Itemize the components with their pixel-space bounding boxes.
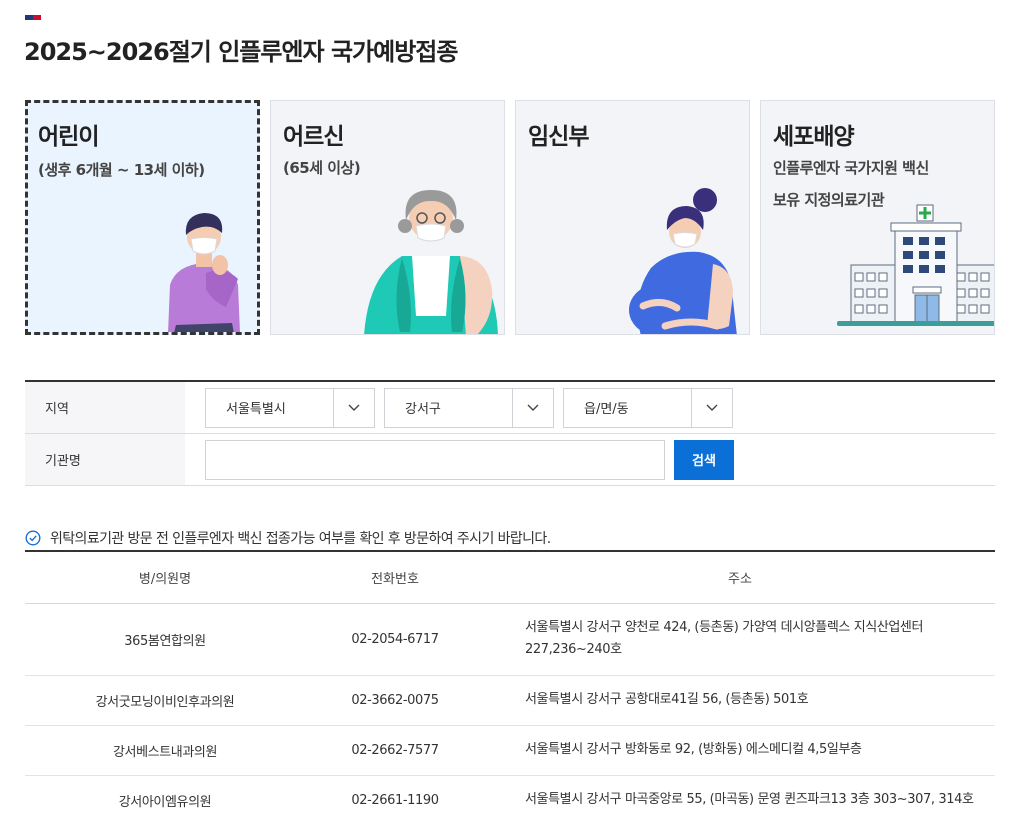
clinic-name: 강서아이엠유의원 bbox=[25, 775, 305, 825]
clinic-phone: 02-2662-7577 bbox=[305, 725, 485, 776]
clinic-phone: 02-2054-6717 bbox=[305, 603, 485, 676]
card-subtitle: (생후 6개월 ~ 13세 이하) bbox=[38, 161, 205, 179]
clinic-address: 서울특별시 강서구 공항대로41길 56, (등촌동) 501호 bbox=[485, 675, 995, 726]
card-subtitle: 인플루엔자 국가지원 백신 bbox=[773, 159, 929, 177]
region-row: 지역 서울특별시 강서구 읍/면/동 bbox=[25, 382, 995, 434]
card-title: 임신부 bbox=[528, 124, 589, 150]
child-illustration-icon bbox=[168, 213, 240, 332]
page-title: 2025~2026절기 인플루엔자 국가예방접종 bbox=[24, 38, 458, 66]
search-button[interactable]: 검색 bbox=[674, 439, 734, 480]
check-circle-icon bbox=[25, 530, 41, 546]
clinic-phone: 02-2661-1190 bbox=[305, 775, 485, 825]
flag-mark bbox=[25, 15, 41, 20]
card-cell-culture[interactable]: 세포배양 인플루엔자 국가지원 백신 보유 지정의료기관 bbox=[760, 100, 995, 335]
card-title: 어르신 bbox=[283, 124, 344, 150]
institution-label: 기관명 bbox=[25, 434, 185, 485]
chevron-down-icon bbox=[334, 389, 374, 427]
table-row: 365봄연합의원 02-2054-6717 서울특별시 강서구 양천로 424,… bbox=[25, 603, 995, 676]
clinic-address: 서울특별시 강서구 방화동로 92, (방화동) 에스메디컬 4,5일부층 bbox=[485, 725, 995, 776]
header-name: 병/의원명 bbox=[25, 551, 305, 604]
region-selects: 서울특별시 강서구 읍/면/동 bbox=[185, 382, 995, 433]
header-phone: 전화번호 bbox=[305, 551, 485, 604]
institution-field: 검색 bbox=[185, 434, 995, 485]
results-table: 병/의원명 전화번호 주소 365봄연합의원 02-2054-6717 서울특별… bbox=[25, 550, 995, 825]
header-address: 주소 bbox=[485, 551, 995, 604]
flag-stripe-navy bbox=[25, 15, 33, 20]
city-select-value: 서울특별시 bbox=[226, 402, 286, 417]
city-select[interactable]: 서울특별시 bbox=[205, 387, 375, 428]
clinic-phone: 02-3662-0075 bbox=[305, 675, 485, 726]
card-child[interactable]: 어린이 (생후 6개월 ~ 13세 이하) bbox=[25, 100, 260, 335]
clinic-address: 서울특별시 강서구 마곡중앙로 55, (마곡동) 문영 퀸즈파크13 3층 3… bbox=[485, 775, 995, 825]
table-header-row: 병/의원명 전화번호 주소 bbox=[25, 551, 995, 604]
clinic-name: 강서굿모닝이비인후과의원 bbox=[25, 675, 305, 726]
chevron-down-icon bbox=[513, 389, 553, 427]
notice: 위탁의료기관 방문 전 인플루엔자 백신 접종가능 여부를 확인 후 방문하여 … bbox=[25, 528, 551, 548]
card-title: 어린이 bbox=[38, 124, 99, 150]
clinic-address: 서울특별시 강서구 양천로 424, (등촌동) 가양역 데시앙플렉스 지식산업… bbox=[485, 603, 995, 676]
institution-name-input[interactable] bbox=[205, 439, 665, 480]
institution-row: 기관명 검색 bbox=[25, 434, 995, 486]
card-elderly[interactable]: 어르신 (65세 이상) bbox=[270, 100, 505, 335]
clinic-name: 강서베스트내과의원 bbox=[25, 725, 305, 776]
town-select[interactable]: 읍/면/동 bbox=[563, 387, 733, 428]
flag-stripe-red bbox=[33, 15, 41, 20]
hospital-illustration-icon bbox=[837, 204, 994, 326]
pregnant-illustration-icon bbox=[629, 188, 737, 334]
district-select-value: 강서구 bbox=[405, 402, 441, 417]
district-select[interactable]: 강서구 bbox=[384, 387, 554, 428]
card-title: 세포배양 bbox=[773, 124, 855, 150]
card-subtitle: (65세 이상) bbox=[283, 159, 361, 177]
town-select-value: 읍/면/동 bbox=[584, 402, 629, 417]
elderly-illustration-icon bbox=[364, 190, 498, 334]
chevron-down-icon bbox=[692, 389, 732, 427]
clinic-name: 365봄연합의원 bbox=[25, 603, 305, 676]
region-label: 지역 bbox=[25, 382, 185, 433]
table-row: 강서베스트내과의원 02-2662-7577 서울특별시 강서구 방화동로 92… bbox=[25, 725, 995, 776]
table-row: 강서아이엠유의원 02-2661-1190 서울특별시 강서구 마곡중앙로 55… bbox=[25, 775, 995, 825]
table-row: 강서굿모닝이비인후과의원 02-3662-0075 서울특별시 강서구 공항대로… bbox=[25, 675, 995, 726]
card-pregnant[interactable]: 임신부 bbox=[515, 100, 750, 335]
category-cards: 어린이 (생후 6개월 ~ 13세 이하) 어르신 (65세 이상) 임신부 세… bbox=[25, 100, 995, 335]
search-form: 지역 서울특별시 강서구 읍/면/동 기관명 검색 bbox=[25, 380, 995, 486]
notice-text: 위탁의료기관 방문 전 인플루엔자 백신 접종가능 여부를 확인 후 방문하여 … bbox=[50, 531, 551, 547]
